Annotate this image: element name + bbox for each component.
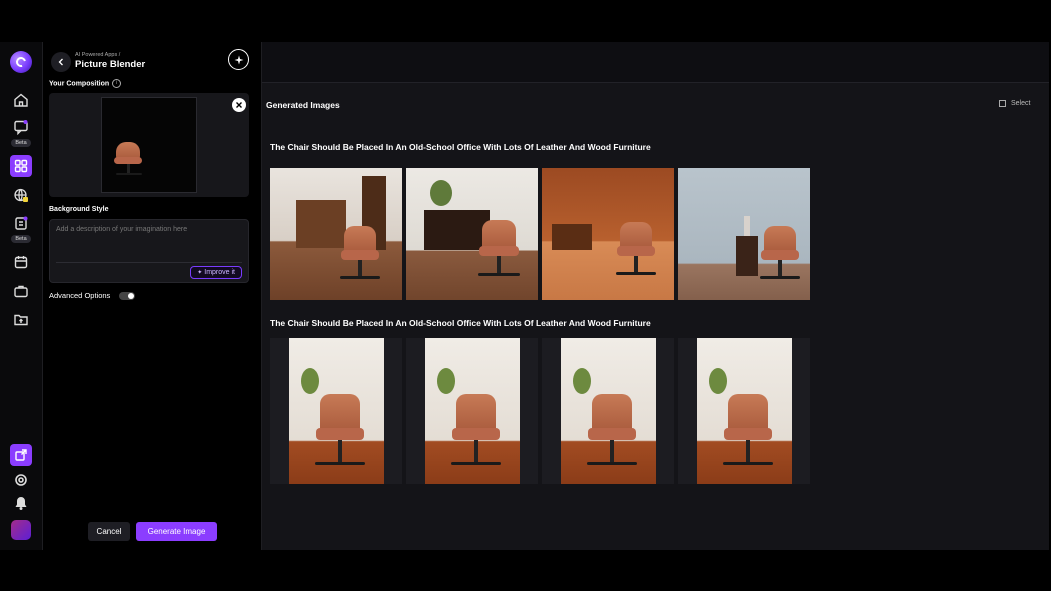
- photo: [289, 338, 384, 484]
- chair: [721, 394, 775, 478]
- improve-label: Improve it: [204, 269, 235, 276]
- improve-button[interactable]: ✦ Improve it: [190, 266, 242, 279]
- description-input[interactable]: [54, 224, 244, 264]
- composition-label: Your Composition i: [49, 79, 122, 88]
- home-icon[interactable]: [10, 89, 32, 111]
- main-content: Generated Images Select The Chair Should…: [262, 42, 1049, 550]
- chair: [449, 394, 503, 478]
- composition-image[interactable]: [101, 97, 197, 193]
- side-table: [736, 236, 758, 276]
- briefcase-icon[interactable]: [10, 280, 32, 302]
- chair: [313, 394, 367, 478]
- beta-badge: Beta: [11, 139, 31, 147]
- add-button[interactable]: [228, 49, 249, 70]
- image-row: [270, 168, 810, 300]
- share-icon[interactable]: [10, 444, 32, 466]
- remove-image-button[interactable]: [232, 98, 246, 112]
- chair: [338, 226, 382, 292]
- sparkle-icon: ✦: [197, 270, 203, 276]
- advanced-options-label: Advanced Options: [49, 291, 111, 300]
- image-row: [270, 338, 810, 484]
- close-icon: [236, 102, 242, 108]
- generated-image[interactable]: [270, 168, 402, 300]
- generated-image[interactable]: [406, 338, 538, 484]
- page-title: Picture Blender: [75, 59, 146, 70]
- note-icon[interactable]: [10, 212, 32, 234]
- calendar-icon[interactable]: [10, 251, 32, 273]
- divider: [56, 262, 242, 263]
- advanced-options-toggle[interactable]: [119, 292, 135, 300]
- plant: [437, 368, 455, 394]
- bell-icon[interactable]: [10, 492, 32, 514]
- sparkle-icon: [234, 55, 243, 64]
- avatar[interactable]: [11, 520, 31, 540]
- plant: [430, 180, 452, 206]
- chevron-left-icon: [58, 58, 63, 66]
- plant: [709, 368, 727, 394]
- chat-icon[interactable]: [10, 116, 32, 138]
- select-label: Select: [1011, 100, 1031, 107]
- plant: [301, 368, 319, 394]
- info-icon[interactable]: i: [112, 79, 122, 88]
- generated-image[interactable]: [542, 168, 674, 300]
- photo: [561, 338, 656, 484]
- composer-panel: AI Powered Apps / Picture Blender Your C…: [43, 42, 262, 550]
- chair: [585, 394, 639, 478]
- top-bar: [262, 42, 1049, 83]
- chair-thumbnail: [112, 142, 146, 190]
- generated-image[interactable]: [406, 168, 538, 300]
- generate-image-button[interactable]: Generate Image: [136, 522, 217, 541]
- icon-rail: Beta Beta: [0, 42, 43, 550]
- plant: [573, 368, 591, 394]
- generated-image[interactable]: [270, 338, 402, 484]
- generated-image[interactable]: [542, 338, 674, 484]
- desk: [552, 224, 592, 250]
- description-box: ✦ Improve it: [49, 219, 249, 283]
- select-checkbox[interactable]: [999, 100, 1006, 107]
- beta-badge-2: Beta: [11, 235, 31, 243]
- background-style-label: Background Style: [49, 206, 109, 213]
- back-button[interactable]: [51, 52, 71, 72]
- folder-upload-icon[interactable]: [10, 308, 32, 330]
- prompt-title: The Chair Should Be Placed In An Old-Sch…: [270, 318, 651, 328]
- breadcrumb[interactable]: AI Powered Apps /: [75, 52, 120, 58]
- composition-box: [49, 93, 249, 197]
- section-title: Generated Images: [266, 100, 340, 110]
- chair: [758, 226, 802, 294]
- photo: [697, 338, 792, 484]
- lamp: [744, 216, 750, 236]
- grid-icon[interactable]: [10, 155, 32, 177]
- chair: [614, 222, 658, 290]
- settings-icon[interactable]: [10, 469, 32, 491]
- globe-icon[interactable]: [10, 184, 32, 206]
- select-toggle[interactable]: Select: [999, 100, 1030, 107]
- chair: [476, 220, 522, 290]
- prompt-title: The Chair Should Be Placed In An Old-Sch…: [270, 142, 651, 152]
- app-window: Beta Beta AI Powered Apps / Picture Blen…: [0, 42, 1051, 550]
- generated-image[interactable]: [678, 338, 810, 484]
- generated-image[interactable]: [678, 168, 810, 300]
- app-logo[interactable]: [10, 51, 32, 73]
- photo: [425, 338, 520, 484]
- cancel-button[interactable]: Cancel: [88, 522, 130, 541]
